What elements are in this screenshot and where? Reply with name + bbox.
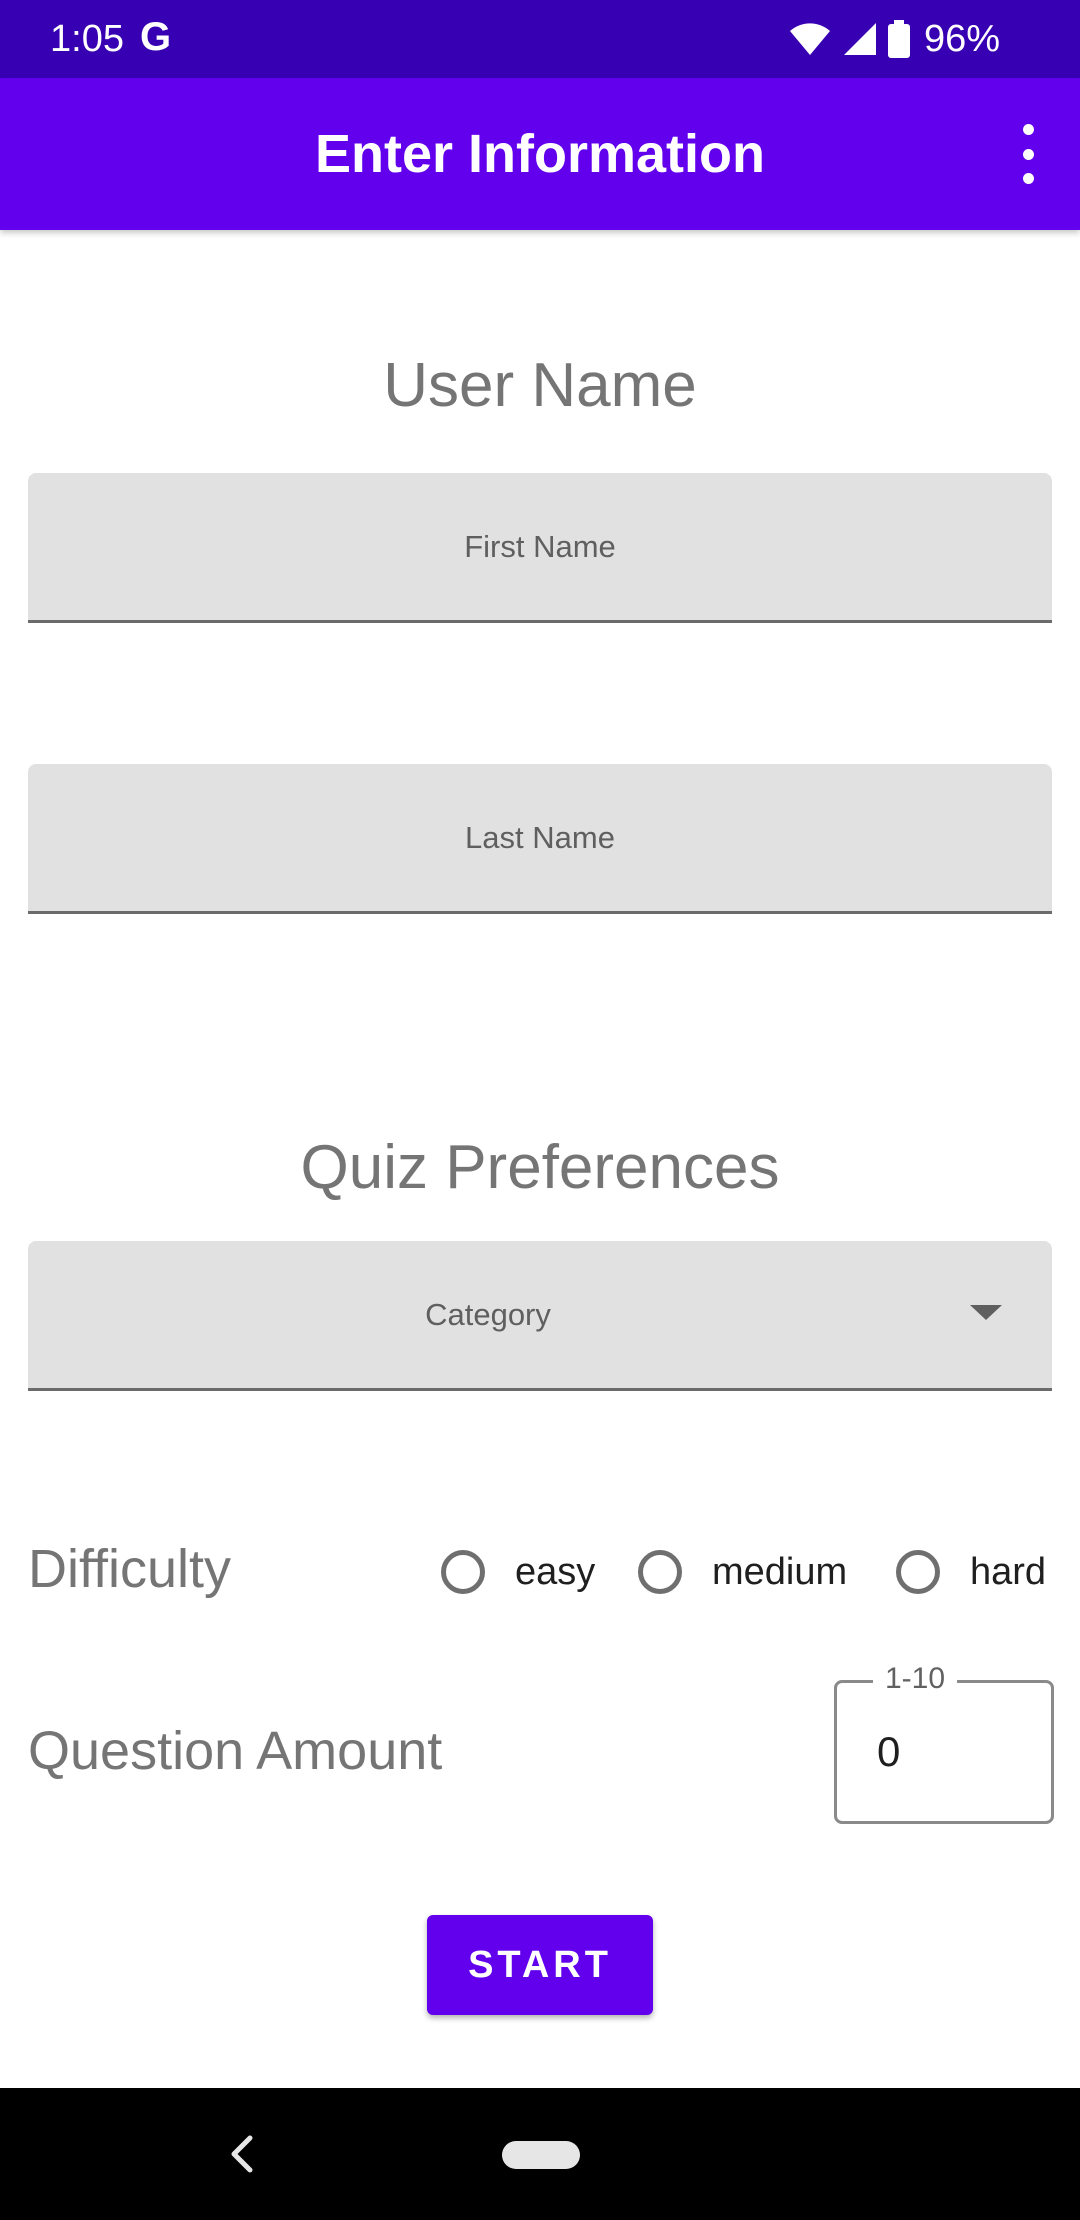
- overflow-menu-icon[interactable]: [1010, 124, 1046, 184]
- home-icon[interactable]: [502, 2141, 580, 2169]
- radio-label-easy: easy: [515, 1550, 596, 1593]
- quiz-preferences-heading: Quiz Preferences: [300, 1133, 780, 1202]
- signal-icon: [843, 23, 876, 55]
- app-bar: Enter Information: [0, 78, 1080, 230]
- category-placeholder: Category: [425, 1297, 551, 1332]
- radio-circle-icon: [896, 1550, 940, 1594]
- status-icons: 96%: [788, 14, 1000, 64]
- status-bar: 1:05 G 96%: [0, 0, 1080, 78]
- difficulty-label: Difficulty: [28, 1539, 232, 1599]
- menu-dot: [1022, 173, 1034, 184]
- radio-circle-icon: [638, 1550, 682, 1594]
- question-amount-field[interactable]: 1-10 0: [834, 1659, 1054, 1824]
- wifi-icon: [789, 23, 830, 55]
- category-dropdown[interactable]: Category: [28, 1241, 1052, 1391]
- status-time: 1:05: [50, 18, 124, 60]
- google-icon: G: [140, 15, 172, 59]
- radio-medium[interactable]: medium: [638, 1540, 847, 1604]
- last-name-placeholder: Last Name: [465, 820, 615, 855]
- menu-dot: [1022, 124, 1034, 135]
- question-amount-label: Question Amount: [28, 1721, 443, 1781]
- question-amount-value: 0: [877, 1728, 901, 1775]
- radio-label-hard: hard: [970, 1550, 1047, 1593]
- first-name-placeholder: First Name: [464, 529, 616, 564]
- back-icon[interactable]: [222, 2130, 262, 2178]
- battery-percent: 96%: [923, 17, 1000, 60]
- menu-dot: [1022, 148, 1034, 160]
- user-name-heading: User Name: [383, 351, 697, 420]
- dropdown-arrow-icon: [970, 1305, 1002, 1320]
- page-title: Enter Information: [314, 124, 765, 184]
- radio-hard[interactable]: hard: [896, 1540, 1046, 1604]
- navigation-bar: [0, 2088, 1080, 2220]
- question-amount-hint: 1-10: [873, 1659, 958, 1699]
- radio-circle-icon: [441, 1550, 485, 1594]
- radio-easy[interactable]: easy: [441, 1540, 595, 1604]
- first-name-field[interactable]: First Name: [28, 473, 1052, 623]
- battery-icon: [887, 20, 910, 58]
- start-button[interactable]: START: [427, 1915, 653, 2015]
- radio-label-medium: medium: [712, 1550, 848, 1593]
- last-name-field[interactable]: Last Name: [28, 764, 1052, 914]
